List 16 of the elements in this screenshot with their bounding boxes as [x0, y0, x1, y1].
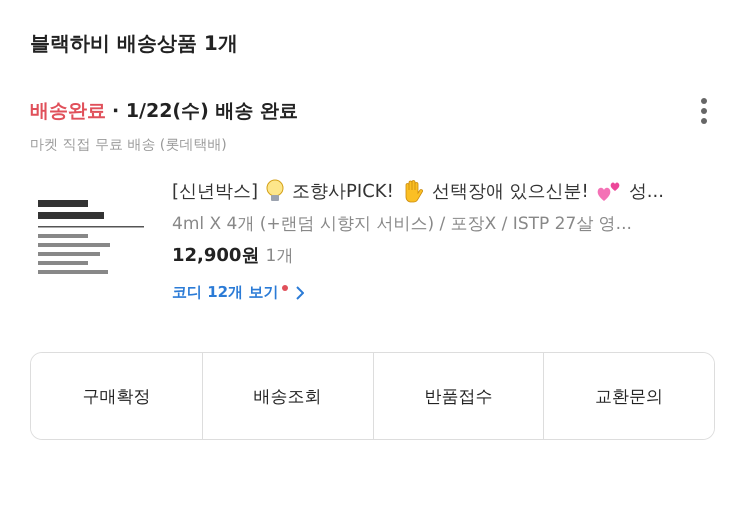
product-price: 12,900원 — [172, 245, 260, 266]
product-title-text: 선택장애 있으신분! — [432, 180, 589, 203]
product-option: 4ml X 4개 (+랜덤 시향지 서비스) / 포장X / ISTP 27살 영... — [172, 212, 664, 235]
product-quantity: 1개 — [265, 246, 294, 266]
coordi-link[interactable]: 코디 12개 보기 — [172, 283, 664, 302]
shipping-info: 마켓 직접 무료 배송 (롯데택배) — [30, 136, 228, 154]
delivery-status: 배송완료 — [30, 100, 106, 122]
product-title-text: [신년박스] — [172, 180, 258, 203]
section-title: 블랙하비 배송상품 1개 — [30, 30, 239, 57]
more-icon — [701, 98, 707, 124]
delivery-date: · 1/22(수) 배송 완료 — [112, 100, 298, 122]
light-bulb-icon — [265, 179, 286, 203]
action-button[interactable]: 교환문의 — [543, 353, 714, 439]
product-title-text: 조향사PICK! — [292, 180, 394, 203]
product-title-text: 성... — [628, 180, 664, 203]
chevron-right-icon — [296, 286, 304, 300]
